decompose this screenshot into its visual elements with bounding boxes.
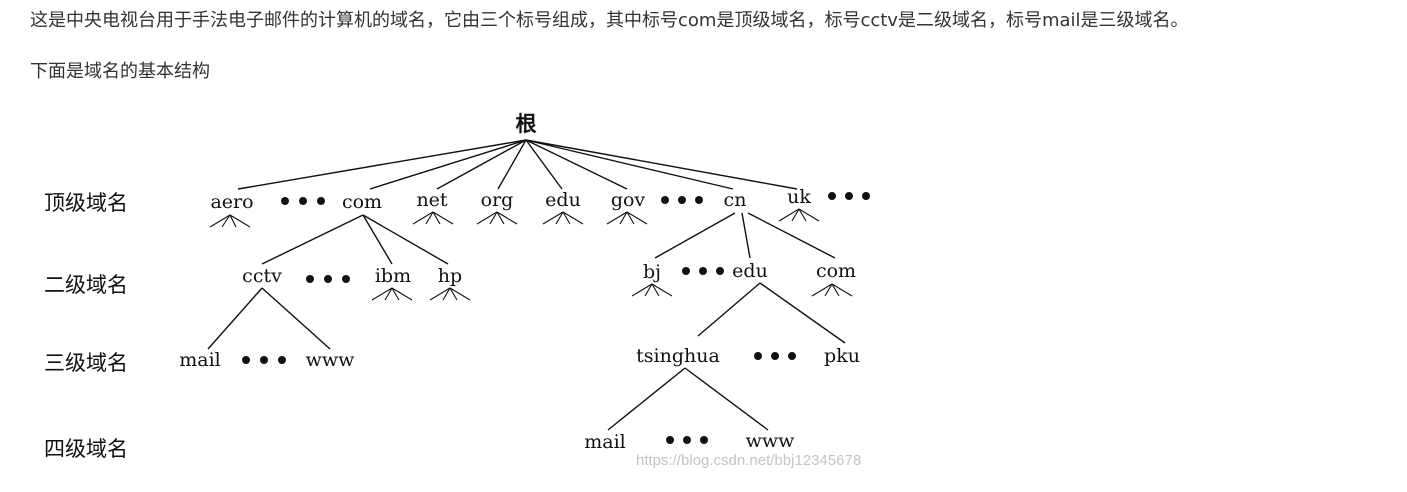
node-tsinghua-mail: mail [584, 431, 626, 453]
node-cn: cn [724, 189, 747, 211]
fan-aero [209, 214, 251, 228]
level-label-3: 三级域名 [44, 351, 128, 375]
branch-edges [207, 212, 846, 431]
node-uk: uk [787, 186, 811, 208]
dots-edu [754, 352, 796, 360]
level-label-2: 二级域名 [44, 273, 128, 297]
node-tsinghua: tsinghua [636, 345, 720, 367]
node-aero: aero [210, 191, 253, 213]
fan-hp [429, 287, 471, 301]
node-gov: gov [611, 189, 646, 211]
node-cn-edu: edu [732, 260, 768, 282]
fan-edu [542, 211, 584, 225]
node-hp: hp [438, 265, 462, 287]
fan-gov [606, 211, 648, 225]
fan-cn-com [811, 283, 853, 297]
node-tsinghua-www: www [746, 430, 796, 452]
dots-top-3 [828, 192, 870, 200]
dots-tsinghua [666, 436, 708, 444]
level-label-1: 顶级域名 [44, 191, 128, 215]
node-ibm: ibm [375, 265, 411, 287]
dots-cctv [242, 356, 286, 364]
dots-com [306, 275, 350, 283]
watermark: https://blog.csdn.net/bbj12345678 [636, 452, 861, 469]
root-node: 根 [516, 111, 537, 136]
fan-bj [631, 283, 673, 297]
node-com: com [342, 191, 382, 213]
node-cctv: cctv [242, 265, 282, 287]
fan-uk [778, 208, 820, 222]
node-org: org [481, 189, 514, 211]
node-edu: edu [545, 189, 581, 211]
domain-tree-diagram: 顶级域名 二级域名 三级域名 四级域名 根 aero com net org e… [44, 111, 870, 469]
dots-top-2 [661, 196, 703, 204]
fan-net [412, 211, 454, 225]
node-bj: bj [643, 261, 661, 283]
node-cn-com: com [816, 260, 856, 282]
node-mail: mail [179, 349, 221, 371]
root-edges [237, 139, 798, 190]
dots-cn [682, 267, 724, 275]
dots-top-1 [281, 197, 325, 205]
node-pku: pku [824, 345, 860, 367]
fan-ibm [371, 287, 413, 301]
fan-org [476, 211, 518, 225]
node-net: net [416, 189, 447, 211]
node-www: www [306, 349, 356, 371]
level-label-4: 四级域名 [44, 437, 128, 461]
ellipsis-dots [242, 192, 870, 444]
